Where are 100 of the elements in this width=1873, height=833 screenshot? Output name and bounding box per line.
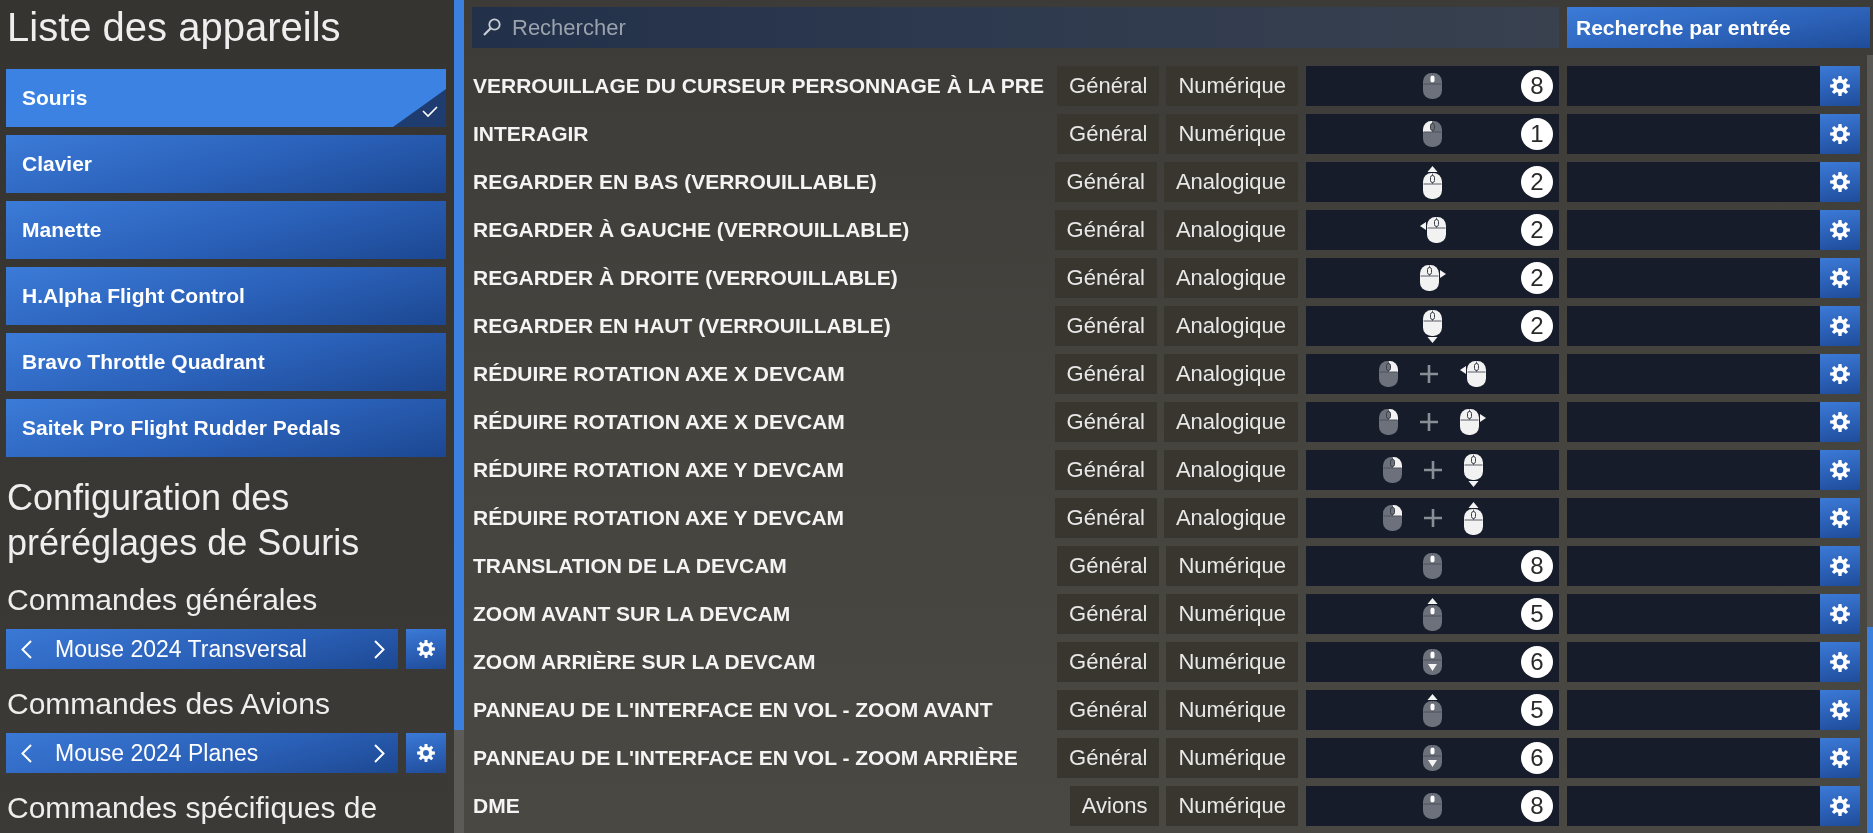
binding-field[interactable] [1567,402,1820,442]
binding-field[interactable] [1567,114,1820,154]
action-name: RÉDUIRE ROTATION AXE X DEVCAM [472,409,845,435]
preset-selector[interactable]: Mouse 2024 Transversal [6,629,398,669]
action-name: REGARDER EN HAUT (VERROUILLABLE) [472,313,891,339]
device-item[interactable]: Clavier [6,135,446,193]
mouse-scroll-down-icon [1423,649,1442,675]
binding-field[interactable]: 8 [1306,786,1559,826]
chevron-right-icon[interactable] [374,639,385,659]
number-badge: 2 [1521,214,1553,246]
category-tag: Général [1057,594,1160,634]
binding-field[interactable]: 8 [1306,66,1559,106]
action-name: VERROUILLAGE DU CURSEUR PERSONNAGE À LA PRE [472,73,1044,99]
input-type-tag: Numérique [1166,66,1298,106]
binding-field[interactable]: 5 [1306,690,1559,730]
action-name: REGARDER À DROITE (VERROUILLABLE) [472,265,898,291]
mouse-right-arrow-icon [1460,409,1486,435]
settings-button[interactable] [1820,450,1860,490]
binding-field[interactable]: 2 [1306,306,1559,346]
gear-icon [1830,220,1850,240]
chevron-left-icon[interactable] [21,743,32,763]
settings-button[interactable] [1820,594,1860,634]
input-type-tag: Numérique [1166,738,1298,778]
mouse-scroll-up-icon [1423,693,1442,727]
preset-selector[interactable]: Mouse 2024 Planes [6,733,398,773]
mouse-right-button-icon [1382,505,1402,531]
binding-field[interactable] [1306,402,1559,442]
settings-button[interactable] [1820,162,1860,202]
settings-button[interactable] [1820,738,1860,778]
gear-icon [1830,172,1850,192]
gear-icon [1830,796,1850,816]
gear-icon [1830,652,1850,672]
binding-field[interactable] [1567,450,1820,490]
settings-button[interactable] [1820,498,1860,538]
device-item[interactable]: Manette [6,201,446,259]
input-type-tag: Analogique [1163,162,1298,202]
category-tag: Général [1057,114,1160,154]
binding-field[interactable] [1306,498,1559,538]
binding-field[interactable] [1567,786,1820,826]
device-item[interactable]: Saitek Pro Flight Rudder Pedals [6,399,446,457]
binding-field[interactable] [1567,690,1820,730]
settings-button[interactable] [1820,114,1860,154]
binding-field[interactable] [1306,354,1559,394]
plus-icon [1423,461,1442,479]
mouse-right-button-icon [1379,361,1398,387]
settings-button[interactable] [1820,210,1860,250]
binding-field[interactable] [1306,450,1559,490]
binding-field[interactable]: 5 [1306,594,1559,634]
binding-field[interactable]: 6 [1306,738,1559,778]
gear-icon [1830,460,1850,480]
settings-button[interactable] [1820,402,1860,442]
device-item[interactable]: Bravo Throttle Quadrant [6,333,446,391]
scrollbar-thumb[interactable] [1867,627,1873,833]
gear-icon [1830,124,1850,144]
number-badge: 6 [1521,742,1553,774]
category-tag: Général [1057,66,1160,106]
binding-field[interactable] [1567,162,1820,202]
settings-button[interactable] [406,733,446,773]
gear-icon [1830,412,1850,432]
settings-button[interactable] [406,629,446,669]
settings-button[interactable] [1820,690,1860,730]
gear-icon [1830,316,1850,336]
category-tag: Général [1054,162,1157,202]
input-type-tag: Analogique [1163,306,1298,346]
binding-field[interactable] [1567,66,1820,106]
binding-field[interactable] [1567,642,1820,682]
binding-field[interactable]: 6 [1306,642,1559,682]
chevron-left-icon[interactable] [21,639,32,659]
binding-field[interactable] [1567,594,1820,634]
binding-field[interactable]: 2 [1306,258,1559,298]
gear-icon [1830,76,1850,96]
search-icon [483,18,501,36]
binding-field[interactable] [1567,738,1820,778]
category-tag: Général [1057,738,1160,778]
category-tag: Général [1054,210,1157,250]
settings-button[interactable] [1820,66,1860,106]
settings-button[interactable] [1820,642,1860,682]
checkmark-icon [393,89,446,127]
action-name: PANNEAU DE L'INTERFACE EN VOL - ZOOM ARRIÈRE [472,745,1018,771]
binding-field[interactable] [1567,546,1820,586]
search-field[interactable]: Rechercher [472,7,1559,48]
settings-button[interactable] [1820,786,1860,826]
device-item[interactable]: Souris [6,69,446,127]
settings-button[interactable] [1820,258,1860,298]
mouse-up-arrow-icon [1463,501,1483,535]
binding-field[interactable]: 1 [1306,114,1559,154]
settings-button[interactable] [1820,546,1860,586]
device-item[interactable]: H.Alpha Flight Control [6,267,446,325]
binding-field[interactable] [1567,354,1820,394]
settings-button[interactable] [1820,354,1860,394]
binding-field[interactable] [1567,498,1820,538]
search-by-input-button[interactable]: Recherche par entrée [1567,7,1870,48]
chevron-right-icon[interactable] [374,743,385,763]
binding-field[interactable]: 2 [1306,210,1559,250]
binding-field[interactable]: 2 [1306,162,1559,202]
binding-field[interactable] [1567,210,1820,250]
settings-button[interactable] [1820,306,1860,346]
binding-field[interactable]: 8 [1306,546,1559,586]
binding-field[interactable] [1567,306,1820,346]
binding-field[interactable] [1567,258,1820,298]
